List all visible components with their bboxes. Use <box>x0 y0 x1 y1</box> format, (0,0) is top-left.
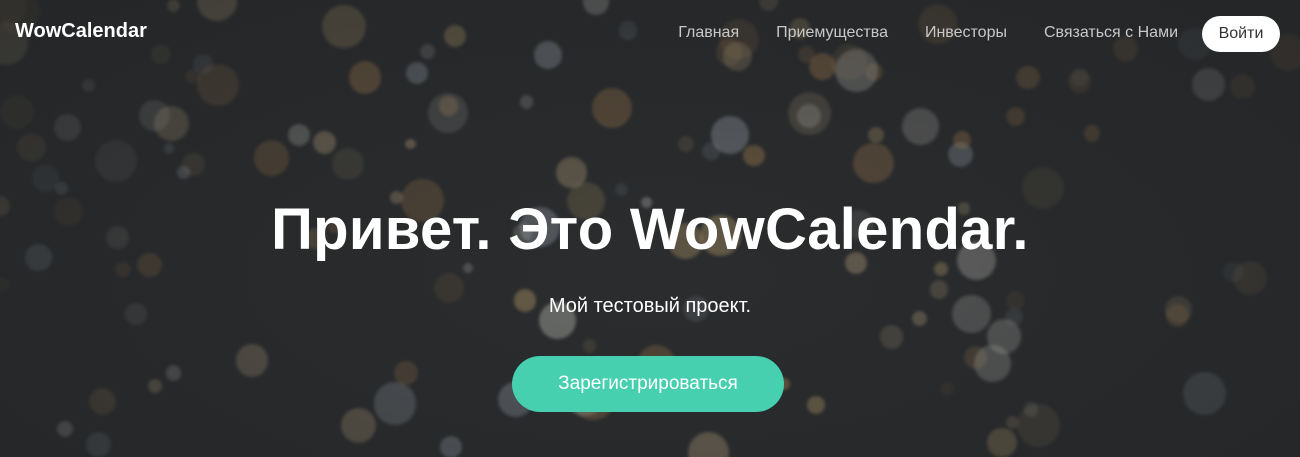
nav-links: Главная Приемущества Инвесторы Связаться… <box>678 24 1178 42</box>
hero-section: WowCalendar Главная Приемущества Инвесто… <box>0 0 1300 457</box>
nav-item-contact[interactable]: Связаться с Нами <box>1044 24 1178 42</box>
brand-logo[interactable]: WowCalendar <box>15 20 147 43</box>
hero-title: Привет. Это WowCalendar. <box>271 197 1029 262</box>
hero-subtitle: Мой тестовый проект. <box>548 295 752 317</box>
login-button[interactable]: Войти <box>1202 16 1280 52</box>
nav-item-investors[interactable]: Инвесторы <box>925 24 1007 42</box>
nav-item-home[interactable]: Главная <box>678 24 739 42</box>
register-button[interactable]: Зарегистрироваться <box>512 356 784 412</box>
top-navbar: WowCalendar Главная Приемущества Инвесто… <box>0 0 1300 66</box>
nav-item-advantages[interactable]: Приемущества <box>776 24 888 42</box>
